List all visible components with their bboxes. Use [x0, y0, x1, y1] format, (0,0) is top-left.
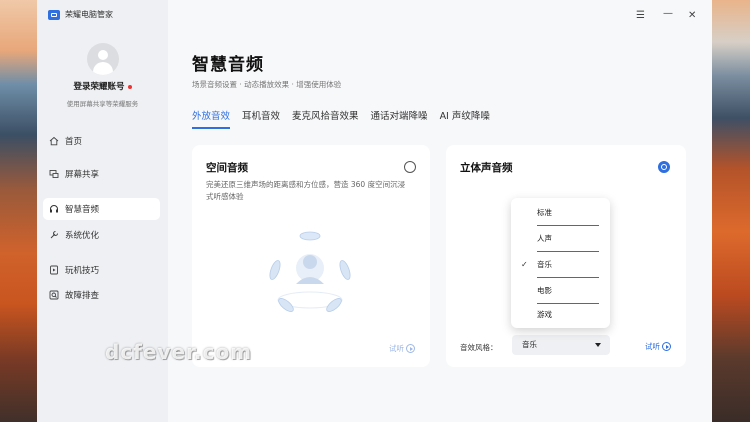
sidebar-item-label: 玩机技巧	[65, 266, 100, 276]
sidebar-item-label: 故障排查	[65, 291, 100, 301]
app-title-bar: 荣耀电脑管家	[48, 9, 113, 20]
home-icon	[49, 136, 59, 146]
app-logo-icon	[48, 9, 60, 20]
dropdown-option-movie[interactable]: 电影	[511, 278, 610, 304]
effect-style-select[interactable]: 音乐	[512, 335, 610, 355]
dropdown-option-standard[interactable]: 标准	[511, 200, 610, 226]
troubleshoot-icon	[49, 290, 59, 300]
page-subtitle: 场景音频设置 · 动态播放效果 · 增强使用体验	[192, 80, 342, 89]
app-title: 荣耀电脑管家	[65, 10, 113, 19]
minimize-icon[interactable]: —	[663, 8, 673, 19]
login-link[interactable]: 登录荣耀账号	[37, 80, 168, 92]
notification-dot-icon	[127, 84, 132, 89]
try-label: 试听	[645, 342, 660, 351]
dropdown-option-label: 音乐	[537, 260, 552, 269]
effect-style-value: 音乐	[522, 340, 537, 349]
sidebar-item-tips[interactable]: 玩机技巧	[43, 259, 160, 281]
dropdown-option-game[interactable]: 游戏	[511, 302, 610, 328]
sidebar-item-system-optimize[interactable]: 系统优化	[43, 224, 160, 246]
sidebar-item-label: 屏幕共享	[65, 170, 100, 180]
sidebar-item-troubleshoot[interactable]: 故障排查	[43, 284, 160, 306]
chevron-down-icon	[595, 343, 601, 347]
spatial-audio-illustration-icon	[269, 231, 351, 312]
spatial-audio-radio[interactable]	[404, 161, 416, 173]
tips-icon	[49, 265, 59, 275]
wrench-icon	[49, 230, 59, 240]
card-description: 完美还原三维声场的距离感和方位感，营造 360 度空间沉浸式听感体验	[206, 180, 406, 201]
card-title: 空间音频	[206, 162, 248, 174]
login-label: 登录荣耀账号	[73, 82, 125, 92]
dropdown-option-voice[interactable]: 人声	[511, 226, 610, 252]
spatial-audio-try-button[interactable]: 试听	[389, 343, 415, 354]
sidebar-item-label: 首页	[65, 137, 83, 147]
effect-style-label: 音效风格：	[460, 343, 498, 352]
tab-bar: 外放音效 耳机音效 麦克风拾音效果 通话对端降噪 AI 声纹降噪	[192, 108, 502, 129]
sidebar-item-smart-audio[interactable]: 智慧音频	[43, 198, 160, 220]
sidebar-item-screen-share[interactable]: 屏幕共享	[43, 163, 160, 185]
avatar[interactable]	[87, 43, 119, 75]
play-icon	[406, 344, 415, 353]
tab-call-noise-reduction[interactable]: 通话对端降噪	[371, 108, 428, 129]
login-subtitle: 使用屏幕共享等荣耀服务	[66, 100, 139, 108]
tab-speaker-effects[interactable]: 外放音效	[192, 108, 231, 129]
sidebar-item-label: 智慧音频	[65, 205, 100, 215]
tab-headphone-effects[interactable]: 耳机音效	[242, 108, 280, 129]
watermark: dcfever.com	[105, 340, 253, 364]
effect-style-dropdown: 标准 人声 ✓ 音乐 电影 游戏	[511, 198, 610, 328]
try-label: 试听	[389, 344, 404, 353]
screen-share-icon	[49, 169, 59, 179]
spatial-audio-card[interactable]: 空间音频 完美还原三维声场的距离感和方位感，营造 360 度空间沉浸式听感体验 …	[192, 145, 430, 367]
sidebar-item-home[interactable]: 首页	[43, 130, 160, 152]
check-icon: ✓	[521, 260, 528, 269]
headphone-icon	[49, 204, 59, 214]
close-icon[interactable]: ✕	[688, 10, 696, 21]
sidebar-item-label: 系统优化	[65, 231, 100, 241]
tab-ai-voiceprint[interactable]: AI 声纹降噪	[440, 108, 490, 129]
desktop-wallpaper-right	[712, 0, 750, 422]
play-icon	[662, 342, 671, 351]
tab-mic-pickup[interactable]: 麦克风拾音效果	[292, 108, 359, 129]
dropdown-option-music[interactable]: ✓ 音乐	[511, 252, 610, 278]
card-title: 立体声音频	[460, 162, 513, 174]
page-title: 智慧音频	[192, 55, 264, 75]
menu-icon[interactable]: ☰	[636, 10, 645, 21]
stereo-audio-radio[interactable]	[658, 161, 670, 173]
stereo-audio-try-button[interactable]: 试听	[645, 341, 671, 352]
